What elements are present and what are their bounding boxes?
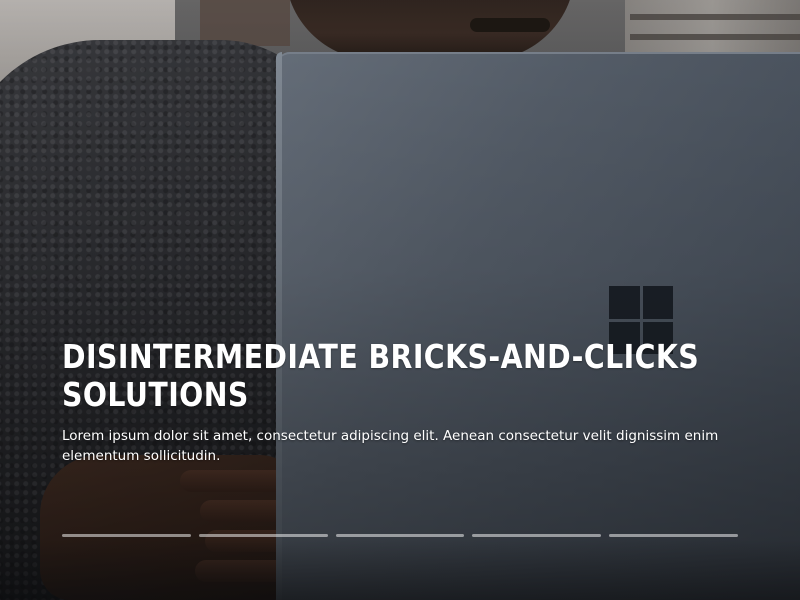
slider-pagination [62,533,738,538]
slide-indicator-5[interactable] [609,534,738,537]
slide-description: Lorem ipsum dolor sit amet, consectetur … [62,428,719,464]
slide-indicator-4[interactable] [472,534,602,537]
hero-slide: Disintermediate bricks-and-clicks soluti… [0,0,800,600]
slide-indicator-1[interactable] [62,534,191,537]
image-overlay [0,0,800,600]
slide-indicator-2[interactable] [198,534,328,537]
slide-title: Disintermediate bricks-and-clicks soluti… [62,337,700,414]
slide-caption: Disintermediate bricks-and-clicks soluti… [62,338,742,466]
slide-indicator-3[interactable] [335,534,465,537]
